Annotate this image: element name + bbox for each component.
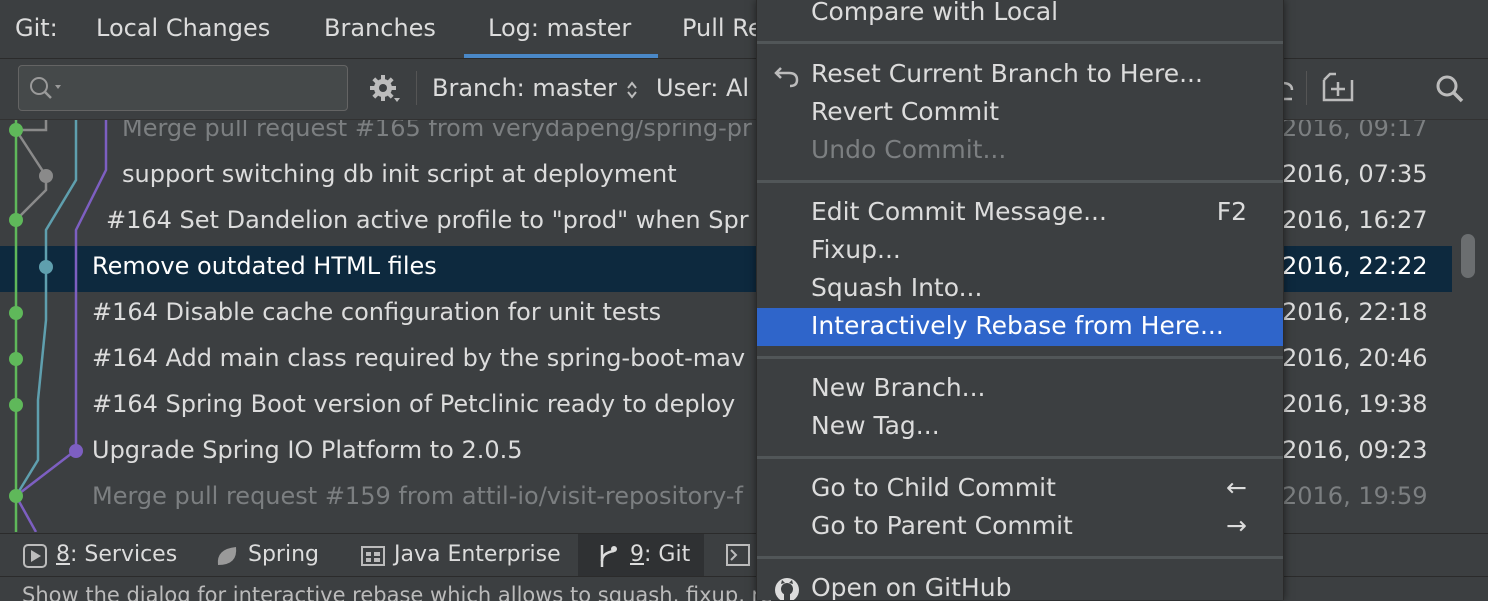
menu-separator <box>757 180 1283 183</box>
settings-gear-icon[interactable] <box>368 74 402 106</box>
git-label: Git: <box>15 14 58 42</box>
user-filter[interactable]: User: Al <box>656 74 749 102</box>
commit-context-menu: Compare with Local Reset Current Branch … <box>756 0 1284 600</box>
commit-message: #164 Spring Boot version of Petclinic re… <box>92 390 736 418</box>
menu-item-reset-branch[interactable]: Reset Current Branch to Here... <box>757 56 1283 94</box>
terminal-icon[interactable] <box>726 544 750 566</box>
services-tool-button[interactable]: 8: Services <box>56 542 177 567</box>
menu-item-fixup[interactable]: Fixup... <box>757 232 1283 270</box>
search-input[interactable] <box>18 65 348 111</box>
commit-date: 2016, 20:46 <box>1282 344 1428 372</box>
github-icon <box>775 578 799 600</box>
commit-date: 2016, 16:27 <box>1282 206 1428 234</box>
tab-pull-requests[interactable]: Pull Re <box>682 14 763 42</box>
commit-date: 2016, 22:22 <box>1282 252 1428 280</box>
menu-item-go-to-parent-commit[interactable]: Go to Parent Commit → <box>757 508 1283 546</box>
commit-message: Remove outdated HTML files <box>92 252 437 280</box>
commit-date: 2016, 22:18 <box>1282 298 1428 326</box>
git-tool-button[interactable]: 9: Git <box>630 542 690 567</box>
status-message: Show the dialog for interactive rebase w… <box>22 583 773 601</box>
commit-message: Merge pull request #165 from verydapeng/… <box>122 120 752 142</box>
menu-item-open-on-github[interactable]: Open on GitHub <box>757 570 1283 600</box>
toolbar-separator <box>416 71 417 105</box>
tab-log-master[interactable]: Log: master <box>488 14 631 42</box>
branch-filter[interactable]: Branch: master <box>432 74 617 102</box>
tab-local-changes[interactable]: Local Changes <box>96 14 270 42</box>
spring-leaf-icon <box>217 547 237 565</box>
menu-separator <box>757 356 1283 359</box>
commit-date: 2016, 19:59 <box>1282 482 1428 510</box>
menu-item-interactive-rebase[interactable]: Interactively Rebase from Here... <box>757 308 1283 346</box>
find-icon[interactable] <box>1434 73 1468 107</box>
commit-date: 2016, 09:17 <box>1282 120 1428 142</box>
scrollbar-thumb[interactable] <box>1461 234 1475 278</box>
commit-message: Merge pull request #159 from attil-io/vi… <box>92 482 743 510</box>
reset-undo-arrow-icon <box>774 67 799 88</box>
search-icon <box>30 77 61 99</box>
branch-filter-chevron-icon[interactable] <box>626 80 638 100</box>
log-scrollbar[interactable] <box>1452 120 1488 532</box>
git-branch-icon <box>600 545 617 567</box>
new-tab-icon[interactable] <box>1322 72 1358 104</box>
menu-item-edit-commit-message[interactable]: Edit Commit Message... F2 <box>757 194 1283 232</box>
shortcut-label: F2 <box>1216 197 1247 226</box>
menu-item-go-to-child-commit[interactable]: Go to Child Commit ← <box>757 470 1283 508</box>
commit-message: support switching db init script at depl… <box>122 160 677 188</box>
services-icon <box>23 544 47 568</box>
commit-message: #164 Add main class required by the spri… <box>92 344 746 372</box>
commit-date: 2016, 19:38 <box>1282 390 1428 418</box>
right-arrow-shortcut: → <box>1226 511 1247 540</box>
menu-separator <box>757 41 1283 44</box>
commit-message: #164 Set Dandelion active profile to "pr… <box>106 206 749 234</box>
left-arrow-shortcut: ← <box>1226 473 1247 502</box>
menu-item-revert-commit[interactable]: Revert Commit <box>757 94 1283 132</box>
spring-tool-button[interactable]: Spring <box>248 542 319 567</box>
menu-item-new-branch[interactable]: New Branch... <box>757 370 1283 408</box>
commit-message: #164 Disable cache configuration for uni… <box>92 298 662 326</box>
active-tab-indicator <box>464 54 658 58</box>
menu-item-new-tag[interactable]: New Tag... <box>757 408 1283 446</box>
menu-separator <box>757 556 1283 559</box>
java-enterprise-tool-button[interactable]: Java Enterprise <box>394 542 561 567</box>
java-enterprise-icon <box>361 546 385 566</box>
commit-date: 2016, 07:35 <box>1282 160 1428 188</box>
commit-date: 2016, 09:23 <box>1282 436 1428 464</box>
menu-separator <box>757 456 1283 459</box>
toolbar-separator <box>1306 71 1307 105</box>
menu-item-undo-commit: Undo Commit... <box>811 135 1007 164</box>
menu-item-compare-with-local[interactable]: Compare with Local <box>757 0 1283 32</box>
menu-item-squash-into[interactable]: Squash Into... <box>757 270 1283 308</box>
commit-message: Upgrade Spring IO Platform to 2.0.5 <box>92 436 523 464</box>
tab-branches[interactable]: Branches <box>324 14 436 42</box>
